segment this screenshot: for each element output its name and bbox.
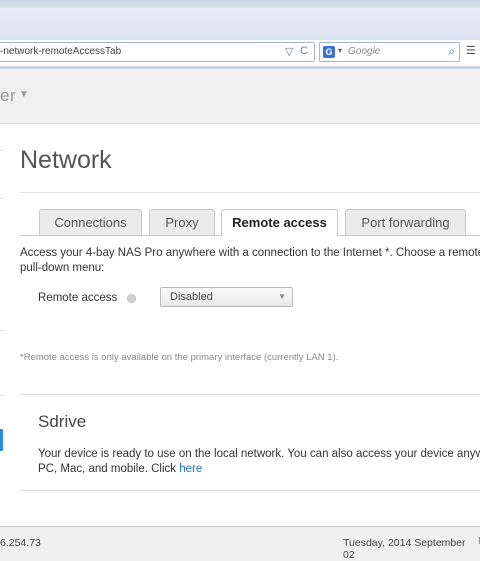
chevron-down-icon: ▼ [278, 292, 286, 301]
sidebar-divider [0, 150, 5, 151]
dropdown-icon[interactable]: ▽ [285, 45, 293, 58]
section-divider [20, 394, 480, 395]
search-bar[interactable]: G ▾ Google ⌕ [319, 42, 460, 62]
tab-connections[interactable]: Connections [39, 209, 142, 235]
sdrive-title: Sdrive [38, 412, 87, 431]
tab-remote-access[interactable]: Remote access [221, 209, 338, 236]
sidebar-divider [0, 330, 5, 331]
browser-titlebar [0, 0, 480, 40]
sdrive-here-link[interactable]: here [179, 463, 202, 475]
reload-icon[interactable]: C [300, 45, 308, 57]
status-date: Tuesday, 2014 September 02 [343, 537, 466, 561]
title-divider [20, 192, 480, 193]
bottom-divider [20, 490, 480, 491]
app-title[interactable]: er [0, 86, 16, 106]
url-text: -network-remoteAccessTab [0, 46, 122, 57]
search-go-icon[interactable]: ⌕ [448, 44, 455, 59]
info-icon[interactable] [127, 294, 136, 303]
status-ip: 6.254.73 [0, 537, 41, 549]
sdrive-line-2: PC, Mac, and mobile. Click here [38, 462, 480, 477]
chevron-down-icon[interactable]: ▼ [19, 89, 29, 100]
sidebar-divider [0, 198, 5, 199]
sidebar-active-indicator[interactable] [0, 429, 3, 451]
sidebar-divider [0, 395, 5, 396]
remote-access-label: Remote access [38, 292, 118, 304]
active-tab-gap [222, 234, 337, 236]
address-bar[interactable]: -network-remoteAccessTab ▽ C [0, 42, 315, 62]
sdrive-line-text: PC, Mac, and mobile. Click [38, 463, 177, 475]
app-header: er ▼ [0, 69, 480, 124]
description-line: Access your 4-bay NAS Pro anywhere with … [20, 247, 480, 259]
remote-access-description: Access your 4-bay NAS Pro anywhere with … [20, 246, 480, 276]
sdrive-description: Your device is ready to use on the local… [38, 447, 480, 477]
remote-access-select[interactable]: Disabled ▼ [160, 287, 293, 307]
sidebar-edge [0, 124, 5, 526]
footnote: *Remote access is only available on the … [20, 352, 339, 363]
search-engine-icon[interactable]: G [323, 46, 335, 58]
select-value: Disabled [170, 291, 213, 303]
menu-icon[interactable]: ☰ [466, 44, 476, 57]
chevron-down-icon[interactable]: ▾ [338, 46, 342, 55]
sdrive-line: Your device is ready to use on the local… [38, 448, 480, 460]
description-line: pull-down menu: [20, 262, 105, 274]
page-title: Network [20, 146, 112, 174]
status-bar: 6.254.73 Tuesday, 2014 September 02 I [0, 526, 480, 561]
search-input[interactable]: Google [348, 46, 380, 57]
tab-port-forwarding[interactable]: Port forwarding [345, 209, 466, 235]
tab-proxy[interactable]: Proxy [149, 209, 215, 235]
